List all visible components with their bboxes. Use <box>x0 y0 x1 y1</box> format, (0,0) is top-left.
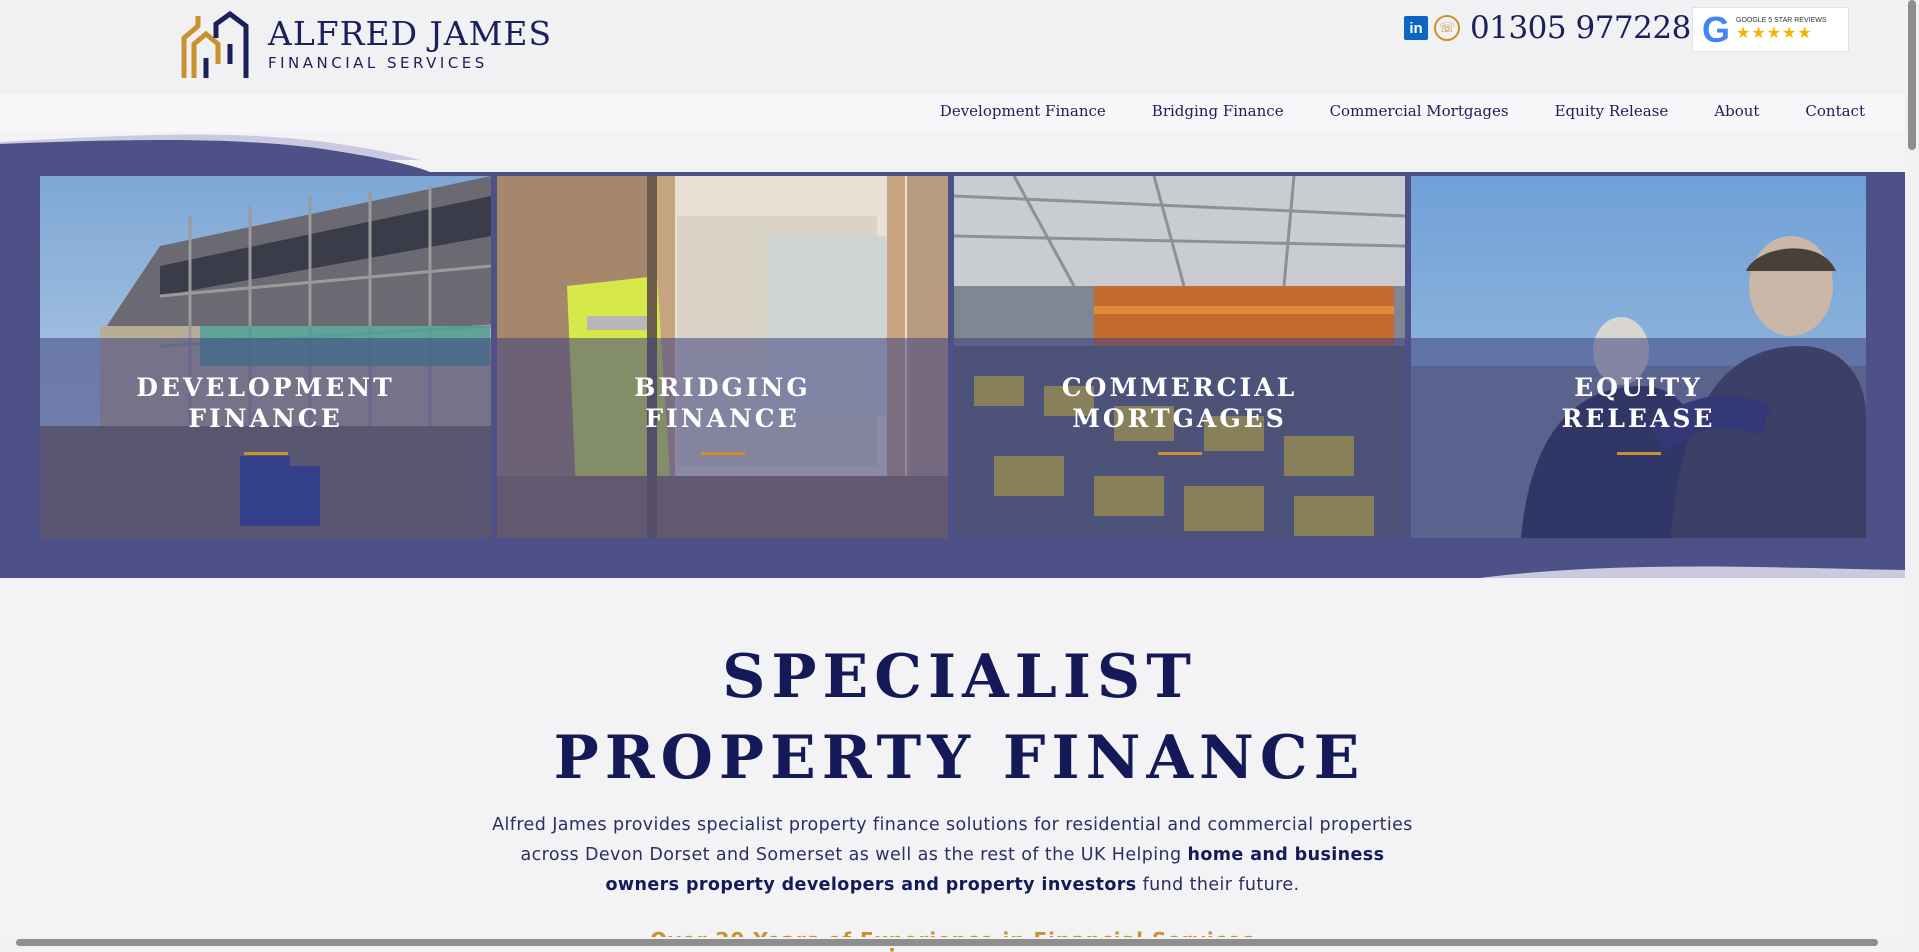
page-heading-line-2: PROPERTY FINANCE <box>553 723 1366 793</box>
card-overlay <box>40 338 491 538</box>
main-navigation: Development Finance Bridging Finance Com… <box>894 102 1865 120</box>
gold-divider <box>243 452 288 455</box>
nav-equity-release[interactable]: Equity Release <box>1555 102 1669 120</box>
nav-contact[interactable]: Contact <box>1805 102 1865 120</box>
card-title: EQUITY RELEASE <box>1411 372 1866 434</box>
house-outline-logo-icon <box>181 10 249 78</box>
vertical-scrollbar[interactable] <box>1905 0 1919 948</box>
card-overlay <box>497 338 948 538</box>
card-title: DEVELOPMENT FINANCE <box>40 372 491 434</box>
intro-text-end: fund their future. <box>1136 875 1300 895</box>
star-rating: ★★★★★ <box>1736 23 1813 42</box>
logo-subtitle: FINANCIAL SERVICES <box>268 54 488 72</box>
card-bridging-finance[interactable]: BRIDGING FINANCE <box>497 176 948 538</box>
card-overlay <box>954 338 1405 538</box>
card-title-line: RELEASE <box>1561 404 1716 433</box>
intro-paragraph: Alfred James provides specialist propert… <box>490 810 1415 900</box>
site-logo[interactable]: ALFRED JAMES FINANCIAL SERVICES <box>180 8 552 80</box>
scrollbar-thumb[interactable] <box>16 939 1878 946</box>
gold-divider <box>1616 452 1661 455</box>
page-heading-line-1: SPECIALIST <box>722 642 1197 712</box>
card-title-line: EQUITY <box>1574 373 1703 402</box>
gold-divider <box>1157 452 1202 455</box>
service-cards: DEVELOPMENT FINANCE BRIDGING FINANCE COM… <box>40 176 1866 538</box>
google-reviews-badge[interactable]: G GOOGLE 5 STAR REVIEWS ★★★★★ <box>1692 7 1849 52</box>
card-title-line: FINANCE <box>645 404 800 433</box>
scrollbar-thumb[interactable] <box>1908 0 1916 150</box>
google-g-icon: G <box>1702 8 1731 50</box>
phone-icon: ☏ <box>1434 15 1460 41</box>
nav-development-finance[interactable]: Development Finance <box>940 102 1106 120</box>
card-title: COMMERCIAL MORTGAGES <box>954 372 1405 434</box>
card-title-line: COMMERCIAL <box>1061 373 1298 402</box>
logo-title: ALFRED JAMES <box>268 14 553 53</box>
linkedin-icon[interactable]: in <box>1404 16 1428 40</box>
nav-bridging-finance[interactable]: Bridging Finance <box>1152 102 1284 120</box>
card-title-line: DEVELOPMENT <box>136 373 395 402</box>
contact-bar: in ☏ 01305 977228 <box>1404 10 1691 46</box>
card-overlay <box>1411 338 1866 538</box>
card-development-finance[interactable]: DEVELOPMENT FINANCE <box>40 176 491 538</box>
nav-commercial-mortgages[interactable]: Commercial Mortgages <box>1330 102 1509 120</box>
horizontal-scrollbar[interactable] <box>0 937 1905 948</box>
nav-about[interactable]: About <box>1714 102 1759 120</box>
card-equity-release[interactable]: EQUITY RELEASE <box>1411 176 1866 538</box>
gold-divider <box>700 452 745 455</box>
card-title: BRIDGING FINANCE <box>497 372 948 434</box>
card-title-line: MORTGAGES <box>1072 404 1287 433</box>
card-commercial-mortgages[interactable]: COMMERCIAL MORTGAGES <box>954 176 1405 538</box>
card-title-line: BRIDGING <box>634 373 811 402</box>
phone-number[interactable]: 01305 977228 <box>1470 10 1691 46</box>
card-title-line: FINANCE <box>188 404 343 433</box>
